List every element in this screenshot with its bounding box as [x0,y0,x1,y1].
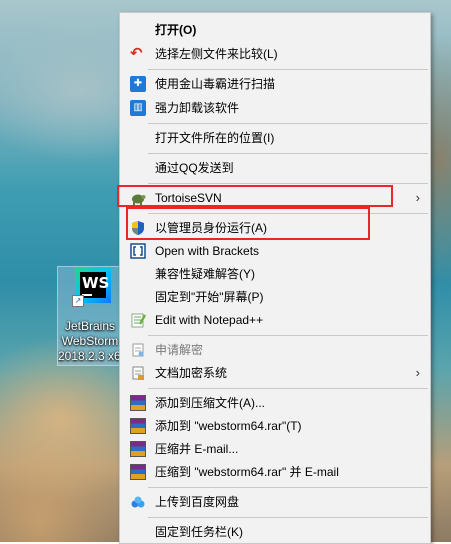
menu-item-compress-to-rar-email[interactable]: 压缩到 "webstorm64.rar" 并 E-mail [120,461,430,483]
menu-item-open-file-location[interactable]: 打开文件所在的位置(I) [120,127,430,149]
menu-item-label: 使用金山毒霸进行扫描 [155,77,276,91]
winrar-icon [130,441,146,457]
menu-item-label: 添加到压缩文件(A)... [155,396,265,410]
menu-item-label: 兼容性疑难解答(Y) [155,267,255,281]
chevron-right-icon: › [415,365,420,380]
menu-item-upload-baidu-pan[interactable]: 上传到百度网盘 [120,491,430,513]
menu-item-label: 压缩并 E-mail... [155,442,239,456]
menu-item-label: 添加到 "webstorm64.rar"(T) [155,419,302,433]
menu-item-force-uninstall[interactable]: ▥ 强力卸载该软件 [120,97,430,119]
menu-item-label: 固定到任务栏(K) [155,525,243,539]
encrypt-doc-icon [130,365,146,381]
menu-item-kingsoft-scan[interactable]: ✚ 使用金山毒霸进行扫描 [120,73,430,95]
brackets-icon [130,243,146,259]
winrar-icon [130,418,146,434]
menu-item-label: 通过QQ发送到 [155,161,234,175]
menu-item-open-with-brackets[interactable]: Open with Brackets [120,240,430,262]
menu-item-compress-email[interactable]: 压缩并 E-mail... [120,438,430,460]
menu-item-label: Open with Brackets [155,244,260,258]
highlight-box-run-as-admin [126,207,370,240]
menu-item-add-to-webstorm-rar[interactable]: 添加到 "webstorm64.rar"(T) [120,415,430,437]
chevron-right-icon: › [415,190,420,205]
notepadpp-icon [130,312,147,328]
menu-item-label: 上传到百度网盘 [155,495,240,509]
menu-item-label: 强力卸载该软件 [155,101,240,115]
menu-item-label: 申请解密 [155,343,204,357]
decrypt-doc-icon [130,342,146,358]
baidu-cloud-icon [130,494,146,510]
menu-item-edit-notepadpp[interactable]: Edit with Notepad++ [120,309,430,331]
menu-item-send-via-qq[interactable]: 通过QQ发送到 [120,157,430,179]
winrar-icon [130,464,146,480]
menu-item-compare-left[interactable]: ↶ 选择左侧文件来比较(L) [120,43,430,65]
shield-scan-icon: ✚ [130,76,146,92]
menu-item-open[interactable]: 打开(O) [120,19,430,41]
winrar-icon [130,395,146,411]
menu-item-doc-encryption[interactable]: 文档加密系统 › [120,362,430,384]
highlight-box-tortoisesvn [117,185,393,207]
menu-item-label: 固定到"开始"屏幕(P) [155,290,264,304]
undo-arrow-icon: ↶ [130,45,143,62]
menu-item-label: 打开文件所在的位置(I) [155,131,275,145]
menu-item-add-to-archive[interactable]: 添加到压缩文件(A)... [120,392,430,414]
desktop-shortcut-webstorm[interactable]: WS ↗ JetBrains WebStorm 2018.2.3 x64 [57,266,123,366]
menu-item-label: 文档加密系统 [155,366,228,380]
desktop-icon-label: JetBrains WebStorm 2018.2.3 x64 [58,319,122,363]
menu-item-label: Edit with Notepad++ [155,313,264,327]
shortcut-arrow-icon: ↗ [72,295,84,307]
menu-item-label: 打开(O) [155,23,197,37]
menu-item-label: 选择左侧文件来比较(L) [155,47,278,61]
trash-icon: ▥ [130,100,146,116]
context-menu: 打开(O) ↶ 选择左侧文件来比较(L) ✚ 使用金山毒霸进行扫描 ▥ 强力卸载… [119,12,431,544]
menu-item-pin-to-taskbar[interactable]: 固定到任务栏(K) [120,521,430,543]
menu-item-pin-to-start[interactable]: 固定到"开始"屏幕(P) [120,286,430,308]
menu-item-request-decrypt: 申请解密 [120,339,430,361]
menu-item-compat-troubleshoot[interactable]: 兼容性疑难解答(Y) [120,263,430,285]
menu-item-label: 压缩到 "webstorm64.rar" 并 E-mail [155,465,339,479]
